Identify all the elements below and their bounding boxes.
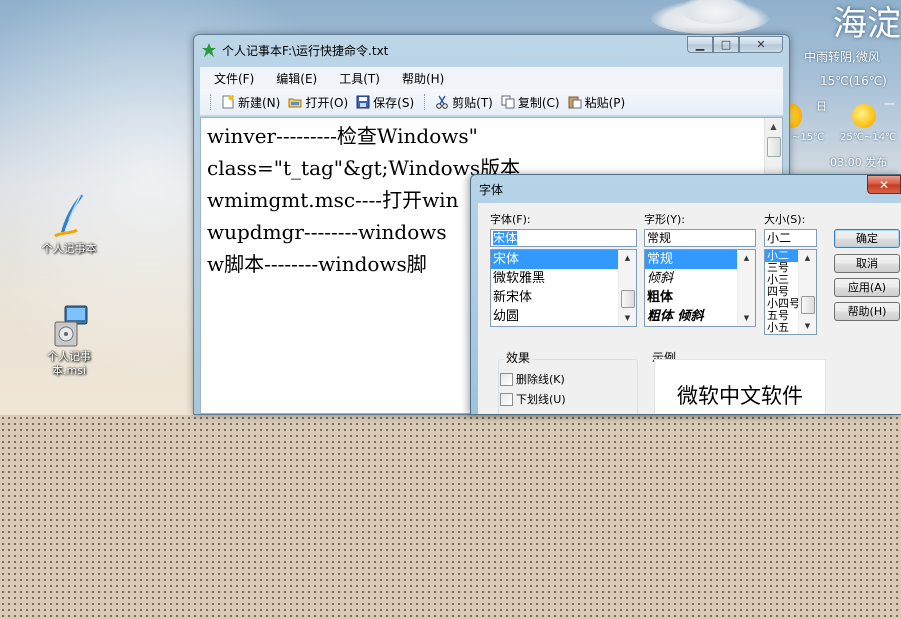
apply-button[interactable]: 应用(A) xyxy=(834,278,900,297)
font-input[interactable]: 宋体 xyxy=(490,229,637,247)
underline-label: 下划线(U) xyxy=(516,393,566,406)
installer-package-icon xyxy=(54,305,88,347)
style-list-scrollbar[interactable]: ▲ ▼ xyxy=(737,250,755,326)
weather-day-label: 日 xyxy=(816,100,827,113)
paste-button[interactable]: 粘贴(P) xyxy=(568,94,626,111)
minimize-button[interactable]: ▁ xyxy=(687,36,713,53)
dialog-title: 字体 xyxy=(479,183,504,197)
copy-button[interactable]: 复制(C) xyxy=(501,94,560,111)
size-list[interactable]: 小二 三号 小三 四号 小四号 五号 小五 ▲ ▼ xyxy=(764,249,817,335)
toolbar-separator xyxy=(424,94,427,110)
toolbar-grip xyxy=(210,94,213,110)
weather-published-time: 03:00 发布 xyxy=(830,156,888,169)
blank-background xyxy=(0,415,901,619)
menu-bar: 文件(F) 编辑(E) 工具(T) 帮助(H) xyxy=(200,67,783,89)
copy-icon xyxy=(501,95,515,109)
weather-widget[interactable]: 海淀 中雨转阴,微风 15℃(16℃) 日 一 ~15℃ 25℃~14℃ 03:… xyxy=(650,0,901,175)
scroll-thumb[interactable] xyxy=(767,137,781,157)
weather-city: 海淀 xyxy=(833,4,901,44)
scroll-down-arrow-icon[interactable]: ▼ xyxy=(799,318,816,334)
style-list[interactable]: 常规 倾斜 粗体 粗体 倾斜 ▲ ▼ xyxy=(644,249,756,327)
ok-button[interactable]: 确定 xyxy=(834,229,900,248)
save-button[interactable]: 保存(S) xyxy=(356,94,414,111)
scroll-down-arrow-icon[interactable]: ▼ xyxy=(619,310,636,326)
desktop-icon-label: 个人记事本.msi xyxy=(47,350,91,377)
size-list-scrollbar[interactable]: ▲ ▼ xyxy=(798,250,816,334)
caption-buttons: ▁ □ ✕ xyxy=(687,36,783,53)
copy-button-label: 复制(C) xyxy=(517,95,560,110)
font-option[interactable]: 幼圆 xyxy=(491,307,636,326)
cut-button[interactable]: 剪贴(T) xyxy=(435,94,493,111)
style-label: 字形(Y): xyxy=(644,213,686,226)
open-button-label: 打开(O) xyxy=(305,95,349,110)
paste-button-label: 粘贴(P) xyxy=(584,95,626,110)
font-list-scrollbar[interactable]: ▲ ▼ xyxy=(618,250,636,326)
window-title: 个人记事本F:\运行快捷命令.txt xyxy=(222,43,389,58)
desktop-icon-label: 个人记事本 xyxy=(41,242,97,255)
effects-title: 效果 xyxy=(504,349,533,366)
save-disk-icon xyxy=(356,95,370,109)
underline-checkbox[interactable]: 下划线(U) xyxy=(500,391,566,407)
help-button[interactable]: 帮助(H) xyxy=(834,302,900,321)
maximize-button[interactable]: □ xyxy=(713,36,739,53)
dialog-body: 字体(F): 宋体 宋体 微软雅黑 新宋体 幼圆 ▲ ▼ 字形(Y): 常规 常… xyxy=(478,203,901,414)
font-option[interactable]: 宋体 xyxy=(491,250,636,269)
sun-icon xyxy=(852,104,876,128)
checkbox-box[interactable] xyxy=(500,372,513,386)
new-button[interactable]: 新建(N) xyxy=(221,94,280,111)
paste-clipboard-icon xyxy=(568,96,582,109)
size-label: 大小(S): xyxy=(764,213,806,226)
style-input[interactable]: 常规 xyxy=(644,229,756,247)
scroll-thumb[interactable] xyxy=(801,296,815,314)
font-option[interactable]: 新宋体 xyxy=(491,288,636,307)
cut-button-label: 剪贴(T) xyxy=(452,95,493,110)
sample-preview: 微软中文软件 xyxy=(654,359,826,414)
scissors-icon xyxy=(436,95,448,109)
menu-edit[interactable]: 编辑(E) xyxy=(276,70,317,87)
size-input[interactable]: 小二 xyxy=(764,229,817,247)
app-icon xyxy=(202,43,216,57)
menu-help[interactable]: 帮助(H) xyxy=(402,70,444,87)
new-file-icon xyxy=(222,95,234,109)
font-dialog[interactable]: 字体 ✕ 字体(F): 宋体 宋体 微软雅黑 新宋体 幼圆 ▲ ▼ 字形(Y):… xyxy=(470,174,901,415)
dialog-close-button[interactable]: ✕ xyxy=(867,175,901,194)
strikethrough-label: 删除线(K) xyxy=(516,373,565,386)
close-button[interactable]: ✕ xyxy=(739,36,783,53)
font-option[interactable]: 微软雅黑 xyxy=(491,269,636,288)
weather-low: ~15℃ xyxy=(792,132,825,143)
cancel-button[interactable]: 取消 xyxy=(834,254,900,273)
weather-condition: 中雨转阴,微风 xyxy=(804,50,880,64)
toolbar: 新建(N) 打开(O) 保存(S) 剪贴(T) 复制(C) 粘贴(P) xyxy=(200,89,783,116)
scroll-up-arrow-icon[interactable]: ▲ xyxy=(765,118,782,135)
desktop-icon-msi[interactable]: 个人记事本.msi xyxy=(34,300,104,378)
open-folder-icon xyxy=(288,98,302,108)
menu-file[interactable]: 文件(F) xyxy=(214,70,254,87)
scroll-down-arrow-icon[interactable]: ▼ xyxy=(738,310,755,326)
text-line: winver---------检查Windows" xyxy=(207,124,478,148)
quill-pen-icon xyxy=(54,193,83,238)
sample-text: 微软中文软件 xyxy=(677,384,803,408)
checkbox-box[interactable] xyxy=(500,392,513,406)
weather-forecast-range: 25℃~14℃ xyxy=(840,132,897,143)
scroll-up-arrow-icon[interactable]: ▲ xyxy=(619,250,636,266)
font-list[interactable]: 宋体 微软雅黑 新宋体 幼圆 ▲ ▼ xyxy=(490,249,637,327)
font-input-value: 宋体 xyxy=(493,231,518,245)
save-button-label: 保存(S) xyxy=(373,95,415,110)
scroll-up-arrow-icon[interactable]: ▲ xyxy=(738,250,755,266)
title-bar[interactable]: 个人记事本F:\运行快捷命令.txt xyxy=(202,41,388,59)
strikethrough-checkbox[interactable]: 删除线(K) xyxy=(500,371,565,387)
weather-temperature: 15℃(16℃) xyxy=(820,74,887,88)
scroll-up-arrow-icon[interactable]: ▲ xyxy=(799,250,816,266)
scroll-thumb[interactable] xyxy=(621,290,635,308)
open-button[interactable]: 打开(O) xyxy=(288,94,348,111)
desktop-icon-notepad[interactable]: 个人记事本 xyxy=(34,192,104,256)
weather-dash: 一 xyxy=(884,98,895,111)
new-button-label: 新建(N) xyxy=(238,95,281,110)
font-label: 字体(F): xyxy=(490,213,531,226)
menu-tools[interactable]: 工具(T) xyxy=(339,70,380,87)
